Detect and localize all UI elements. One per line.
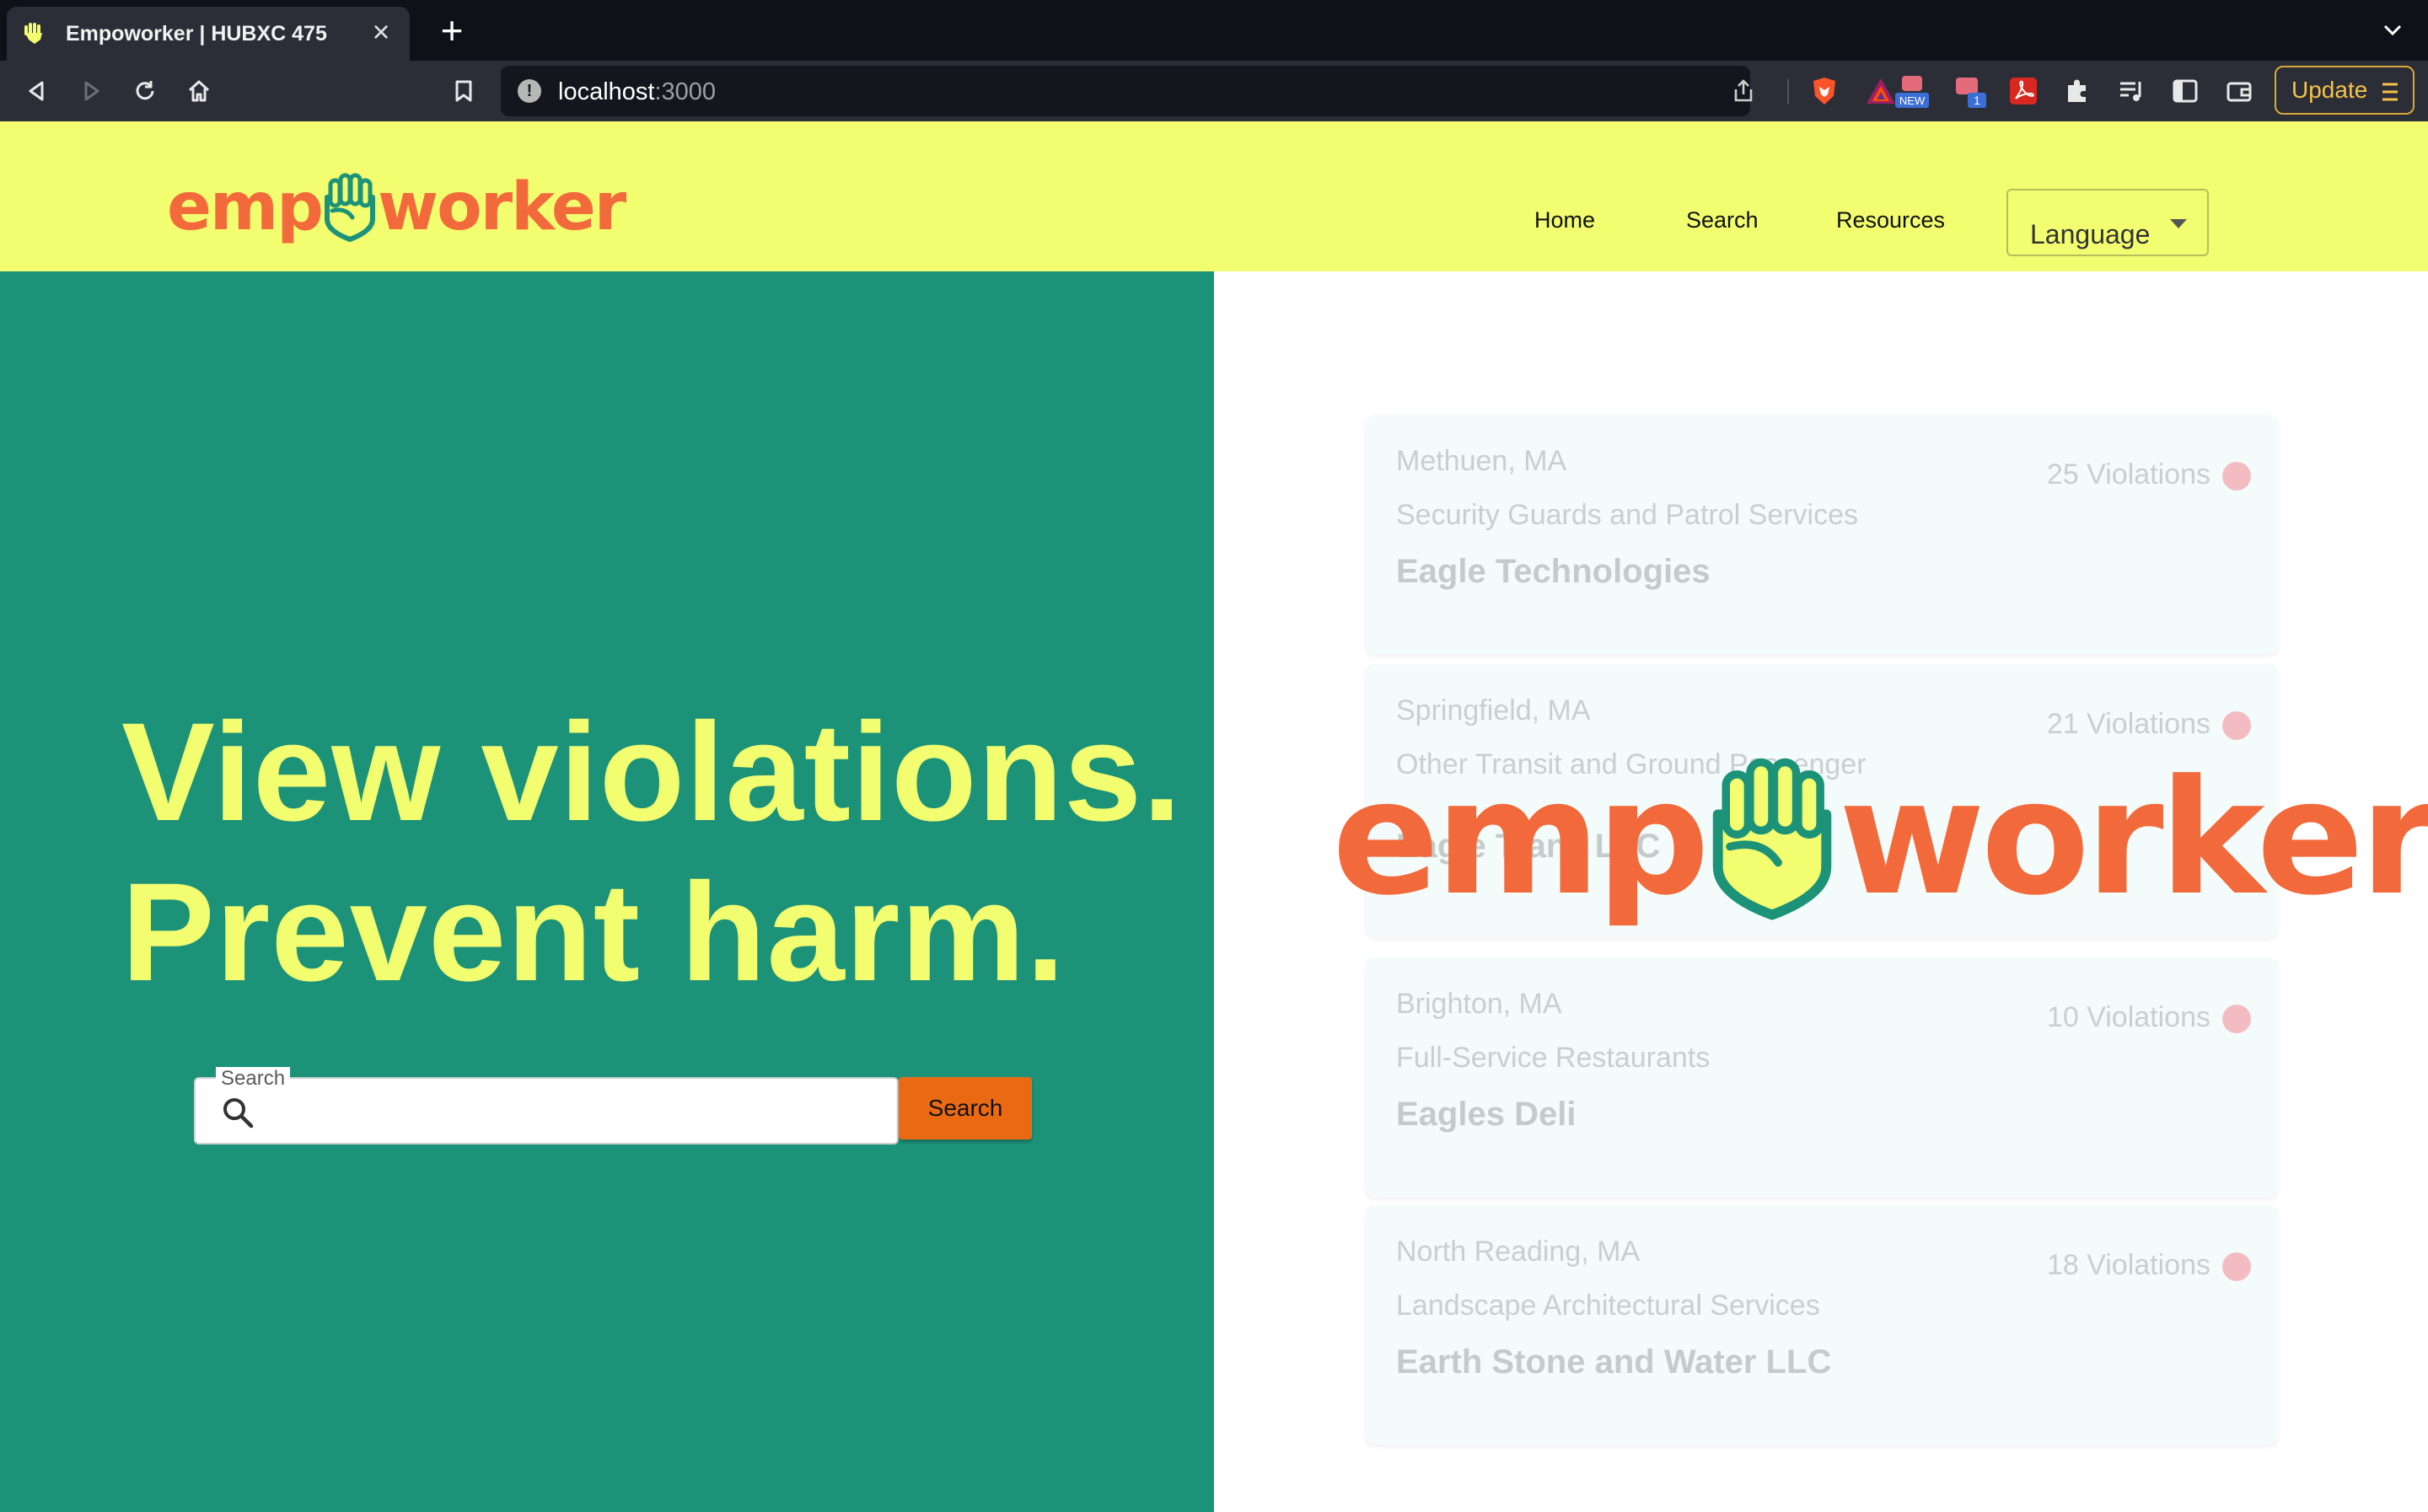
violation-dot-icon <box>2222 1252 2251 1281</box>
search-input[interactable] <box>194 1077 899 1145</box>
card-violation-count: 25 Violations <box>2046 458 2210 491</box>
nav-home[interactable]: Home <box>1534 207 1595 233</box>
puzzle-icon[interactable] <box>2059 72 2096 110</box>
card-industry: Security Guards and Patrol Services <box>1396 499 1859 531</box>
tab-title: Empoworker | HUBXC 475 <box>66 21 327 46</box>
info-icon[interactable]: ! <box>518 79 541 103</box>
empoworker-logo[interactable]: emp worker <box>167 169 626 245</box>
back-icon[interactable] <box>20 74 54 108</box>
card-violation-count: 21 Violations <box>2046 708 2210 740</box>
update-button[interactable]: Update <box>2275 66 2415 115</box>
violation-dot-icon <box>2222 711 2251 740</box>
extension-count-icon[interactable]: 1 <box>1951 72 1988 110</box>
brave-shield-icon[interactable] <box>1809 76 1840 106</box>
playlist-icon[interactable] <box>2113 72 2150 110</box>
hero-headline-line-1: View violations. <box>121 694 1183 850</box>
address-bar[interactable]: ! localhost:3000 <box>501 66 1895 116</box>
hero-section: View violations. Prevent harm. Search Se… <box>0 271 1214 1512</box>
update-label: Update <box>2291 77 2368 103</box>
card-violation-count: 10 Violations <box>2046 1001 2210 1033</box>
sidebar-icon[interactable] <box>2167 72 2204 110</box>
search-field-label: Search <box>216 1067 291 1091</box>
reload-icon[interactable] <box>128 74 162 108</box>
nav-search[interactable]: Search <box>1686 207 1759 233</box>
hero-headline-line-2: Prevent harm. <box>121 855 1066 1011</box>
forward-icon[interactable] <box>74 74 108 108</box>
hand-favicon-icon <box>22 21 47 46</box>
share-icon[interactable] <box>1730 78 1757 105</box>
fist-shield-icon <box>1709 754 1835 923</box>
bat-rewards-icon[interactable] <box>1865 76 1897 106</box>
card-location: Brighton, MA <box>1396 988 1562 1020</box>
violation-card[interactable]: Brighton, MA Full-Service Restaurants Ea… <box>1366 957 2278 1197</box>
browser-tab[interactable]: Empoworker | HUBXC 475 × <box>7 7 410 61</box>
language-label: Language <box>2030 219 2151 249</box>
card-company-name: Earth Stone and Water LLC <box>1396 1343 1832 1381</box>
logo-text-right: worker <box>378 169 626 245</box>
hamburger-icon <box>2381 81 2399 109</box>
overlay-logo-text-left: emp <box>1332 746 1710 930</box>
browser-toolbar: ! localhost:3000 NEW 1 Update <box>0 61 2428 121</box>
card-location: North Reading, MA <box>1396 1236 1641 1268</box>
nav-resources[interactable]: Resources <box>1836 207 1945 233</box>
pdf-icon[interactable] <box>2005 72 2042 110</box>
browser-tab-bar: Empoworker | HUBXC 475 × + <box>0 0 2428 61</box>
address-bar-divider <box>1787 79 1789 105</box>
card-company-name: Eagle Technologies <box>1396 553 1711 590</box>
extension-new-icon[interactable]: NEW <box>1894 72 1931 110</box>
site-header: emp worker Home Search Resources Languag… <box>0 121 2428 271</box>
fist-shield-icon <box>324 172 376 243</box>
close-icon[interactable]: × <box>366 17 396 47</box>
caret-down-icon <box>2170 219 2187 228</box>
violation-dot-icon <box>2222 462 2251 491</box>
logo-text-left: emp <box>167 169 324 245</box>
plus-icon[interactable]: + <box>433 11 470 50</box>
card-location: Methuen, MA <box>1396 445 1567 477</box>
empoworker-overlay-logo: emp worker <box>1332 742 2428 936</box>
language-select[interactable]: Language <box>2006 189 2209 256</box>
card-violation-count: 18 Violations <box>2046 1249 2210 1281</box>
violation-dot-icon <box>2222 1005 2251 1033</box>
bookmark-icon[interactable] <box>447 74 481 108</box>
svg-text:1: 1 <box>1974 94 1980 107</box>
card-industry: Landscape Architectural Services <box>1396 1289 1820 1322</box>
search-button[interactable]: Search <box>899 1077 1032 1139</box>
card-company-name: Eagles Deli <box>1396 1096 1577 1133</box>
violation-card[interactable]: North Reading, MA Landscape Architectura… <box>1366 1205 2278 1445</box>
chevron-down-icon[interactable] <box>2379 17 2406 44</box>
svg-text:NEW: NEW <box>1899 94 1926 107</box>
wallet-icon[interactable] <box>2221 72 2258 110</box>
home-icon[interactable] <box>182 74 216 108</box>
overlay-logo-text-right: worker <box>1838 746 2428 930</box>
violation-card[interactable]: Methuen, MA Security Guards and Patrol S… <box>1366 415 2278 654</box>
search-icon <box>221 1096 255 1129</box>
url-text: localhost:3000 <box>558 78 717 105</box>
card-location: Springfield, MA <box>1396 694 1591 727</box>
card-industry: Full-Service Restaurants <box>1396 1042 1711 1074</box>
